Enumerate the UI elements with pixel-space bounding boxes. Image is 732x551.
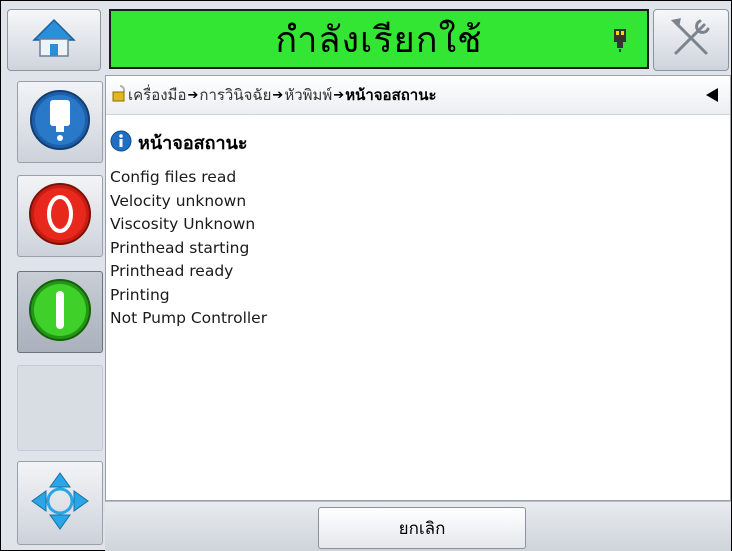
breadcrumb-item-tools[interactable]: เครื่องมือ — [128, 83, 186, 107]
status-banner[interactable]: กำลังเรียกใช้ — [109, 9, 649, 69]
status-message: Velocity unknown — [110, 191, 247, 210]
sidebar-empty-slot — [17, 365, 103, 451]
start-button[interactable] — [17, 271, 103, 353]
home-button[interactable] — [7, 9, 101, 71]
bottom-bar: ยกเลิก — [105, 501, 731, 551]
stop-button[interactable] — [17, 175, 103, 257]
stop-icon — [27, 181, 93, 251]
cancel-button[interactable]: ยกเลิก — [318, 507, 526, 549]
navigation-button[interactable] — [17, 461, 103, 545]
tools-icon — [668, 15, 714, 65]
navigation-arrows-icon — [28, 469, 92, 537]
unlocked-padlock-icon — [112, 84, 128, 106]
status-text: กำลังเรียกใช้ — [275, 19, 483, 61]
app-window: กำลังเรียกใช้ เครื่องมือ ➔ การวินิจฉัย ➔… — [0, 0, 732, 551]
start-icon — [27, 277, 93, 347]
info-icon — [110, 130, 132, 156]
status-message: Printhead starting — [110, 238, 250, 257]
status-message: Config files read — [110, 168, 237, 186]
breadcrumb-item-printhead[interactable]: หัวพิมพ์ — [284, 83, 332, 107]
breadcrumb-item-diagnostics[interactable]: การวินิจฉัย — [199, 83, 271, 107]
home-icon — [30, 14, 78, 66]
breadcrumb-item-status-screen: หน้าจอสถานะ — [345, 86, 437, 104]
main-panel: เครื่องมือ ➔ การวินิจฉัย ➔ หัวพิมพ์ ➔ หน… — [105, 75, 731, 501]
printhead-icon — [28, 88, 92, 156]
status-message: Printing — [110, 285, 170, 304]
breadcrumb-separator: ➔ — [272, 87, 284, 103]
page-title: หน้าจอสถานะ — [138, 133, 248, 154]
printhead-icon — [613, 29, 627, 57]
breadcrumb: เครื่องมือ ➔ การวินิจฉัย ➔ หัวพิมพ์ ➔ หน… — [106, 76, 730, 115]
breadcrumb-separator: ➔ — [187, 87, 199, 103]
tools-button[interactable] — [653, 9, 729, 71]
status-message: Viscosity Unknown — [110, 215, 256, 233]
back-arrow-icon[interactable] — [704, 87, 720, 107]
breadcrumb-separator: ➔ — [333, 87, 345, 103]
printhead-status-button[interactable] — [17, 81, 103, 163]
page-header: หน้าจอสถานะ — [110, 128, 248, 157]
status-message: Not Pump Controller — [110, 309, 268, 327]
status-message-list: Config files read Velocity unknown Visco… — [110, 166, 267, 331]
status-message: Printhead ready — [110, 262, 234, 280]
